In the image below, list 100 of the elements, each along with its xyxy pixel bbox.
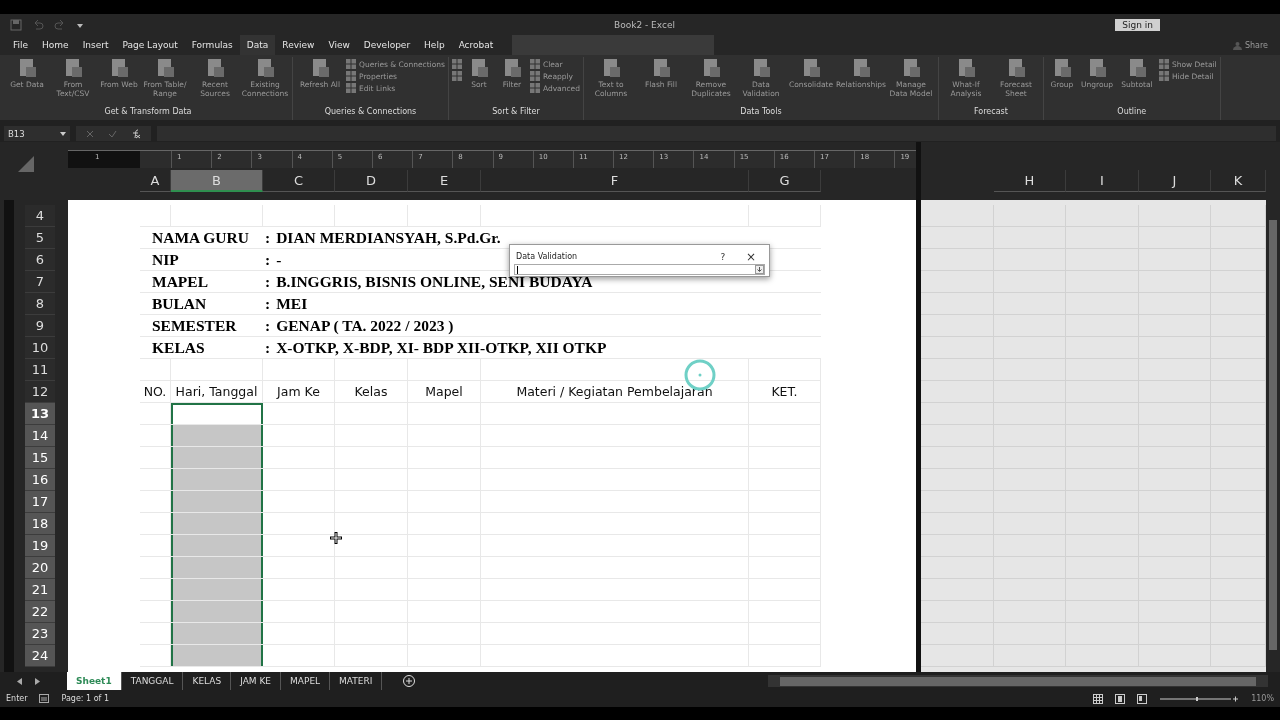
header-cell: Materi / Kegiatan Pembelajaran	[481, 381, 749, 402]
row-header[interactable]: 7	[25, 271, 55, 293]
colon-text: :	[265, 338, 271, 357]
column-header[interactable]: C	[263, 170, 335, 192]
grid-icon	[1158, 71, 1169, 81]
row-header[interactable]: 5	[25, 227, 55, 249]
row-header[interactable]: 23	[25, 623, 55, 645]
ribbon-tab[interactable]: File	[6, 35, 36, 55]
column-header[interactable]: D	[335, 170, 408, 192]
group-label: Outline	[1116, 107, 1148, 118]
close-icon	[86, 129, 94, 138]
row-header[interactable]: 22	[25, 601, 55, 623]
row-header[interactable]: 18	[25, 513, 55, 535]
info-label: SEMESTER	[151, 316, 238, 335]
column-header[interactable]: F	[481, 170, 749, 192]
column-header[interactable]: J	[1139, 170, 1211, 192]
header-cell: NO.	[140, 381, 171, 402]
normal-view-icon	[1093, 693, 1104, 704]
info-label: NIP	[151, 250, 180, 269]
range-input[interactable]	[514, 264, 765, 275]
group-label: Sort & Filter	[491, 107, 541, 118]
row-header[interactable]: 17	[25, 491, 55, 513]
row-header[interactable]: 16	[25, 469, 55, 491]
ribbon-tab[interactable]: Developer	[356, 35, 418, 55]
header-cell: Hari, Tanggal	[171, 381, 263, 402]
macro-icon	[39, 694, 50, 703]
ribbon-tab[interactable]: Insert	[75, 35, 116, 55]
check-icon	[108, 129, 117, 138]
row-header[interactable]: 6	[25, 249, 55, 271]
row-header[interactable]: 10	[25, 337, 55, 359]
page-layout-icon	[1115, 693, 1126, 704]
grid-icon	[529, 59, 540, 69]
share-button[interactable]: Share	[1232, 40, 1268, 50]
ribbon-tab[interactable]: Home	[35, 35, 76, 55]
ribbon-tab[interactable]: Acrobat	[451, 35, 501, 55]
ribbon-tab[interactable]: Data	[239, 35, 276, 55]
info-value: -	[276, 250, 282, 269]
formula-input[interactable]	[157, 126, 1276, 141]
person-icon	[1232, 40, 1242, 50]
ribbon-tab[interactable]: View	[321, 35, 357, 55]
info-value: B.INGGRIS, BISNIS ONLINE, SENI BUDAYA	[276, 272, 593, 291]
header-cell: Kelas	[335, 381, 408, 402]
ribbon-tab[interactable]: Help	[417, 35, 452, 55]
group-label: Forecast	[973, 107, 1009, 118]
grid-icon	[346, 83, 356, 93]
window-title: Book2 - Excel	[614, 19, 675, 30]
horizontal-scrollbar[interactable]	[768, 675, 1268, 687]
redo-icon	[54, 18, 66, 31]
ribbon-tab[interactable]: Formulas	[184, 35, 240, 55]
info-value: MEI	[276, 294, 308, 313]
column-header[interactable]: H	[994, 170, 1066, 192]
zoom-level[interactable]: 110%	[1251, 694, 1274, 703]
row-header[interactable]: 13	[25, 403, 55, 425]
page-break-icon	[1137, 693, 1148, 704]
name-box[interactable]: B13	[4, 126, 70, 141]
row-header[interactable]: 20	[25, 557, 55, 579]
grid-icon	[529, 71, 540, 81]
scrollbar-thumb[interactable]	[1269, 220, 1277, 650]
help-button[interactable]: ?	[709, 251, 737, 262]
colon-text: :	[265, 272, 271, 291]
sign-in-button[interactable]: Sign in	[1115, 18, 1160, 31]
row-header[interactable]: 14	[25, 425, 55, 447]
dialog-title: Data Validation	[516, 252, 579, 261]
info-label: MAPEL	[151, 272, 209, 291]
column-header[interactable]: B	[171, 170, 263, 192]
header-cell: Mapel	[408, 381, 481, 402]
colon-text: :	[265, 250, 271, 269]
undo-icon	[32, 18, 44, 31]
cursor-icon	[330, 532, 342, 544]
ribbon-tab[interactable]: Review	[275, 35, 322, 55]
header-cell: Jam Ke	[263, 381, 335, 402]
page-count: Page: 1 of 1	[61, 694, 110, 703]
add-sheet-icon	[402, 674, 417, 688]
info-label: KELAS	[151, 338, 206, 357]
column-header[interactable]: G	[749, 170, 821, 192]
sheet-tab[interactable]: Sheet1	[67, 672, 122, 690]
grid-icon	[1158, 59, 1169, 69]
row-header[interactable]: 11	[25, 359, 55, 381]
colon-text: :	[265, 228, 271, 247]
ribbon-tab[interactable]: Page Layout	[115, 35, 185, 55]
row-header[interactable]: 24	[25, 645, 55, 667]
colon-text: :	[265, 316, 271, 335]
expand-icon	[755, 265, 764, 274]
info-label: NAMA GURU	[151, 228, 250, 247]
row-header[interactable]: 19	[25, 535, 55, 557]
group-label: Queries & Connections	[323, 107, 418, 118]
row-header[interactable]: 8	[25, 293, 55, 315]
previous-icon	[17, 677, 22, 685]
info-value: X-OTKP, X-BDP, XI- BDP XII-OTKP, XII OTKP	[276, 338, 607, 357]
column-header[interactable]: E	[408, 170, 481, 192]
row-header[interactable]: 4	[25, 205, 55, 227]
row-header[interactable]: 12	[25, 381, 55, 403]
caret-icon	[60, 130, 66, 137]
row-header[interactable]: 9	[25, 315, 55, 337]
row-header[interactable]: 21	[25, 579, 55, 601]
header-cell: KET.	[749, 381, 821, 402]
column-header[interactable]: I	[1066, 170, 1139, 192]
close-button[interactable]: ×	[737, 249, 765, 264]
row-header[interactable]: 15	[25, 447, 55, 469]
select-all-icon	[18, 156, 34, 172]
